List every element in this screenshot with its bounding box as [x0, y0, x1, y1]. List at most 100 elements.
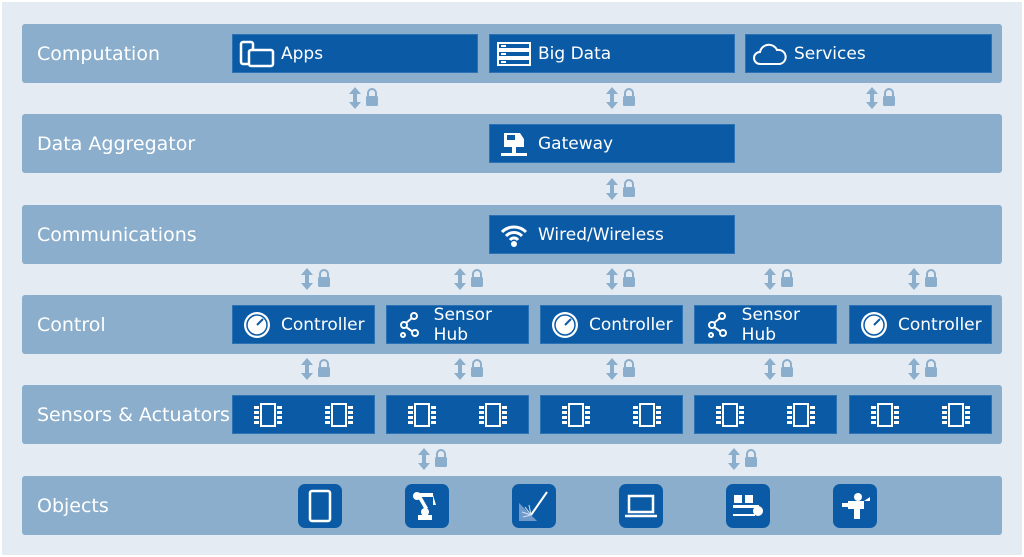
- wired-wireless-box: Wired/Wireless: [489, 215, 735, 254]
- big-data-box: Big Data: [489, 34, 735, 73]
- iot-architecture-diagram: [2, 2, 1022, 555]
- gateway-icon: [496, 129, 532, 159]
- box-label: Controller: [589, 314, 673, 335]
- secure-connection: [604, 357, 640, 380]
- chip-icon: [712, 400, 748, 430]
- secure-connection: [604, 86, 640, 109]
- lock-icon: [471, 359, 483, 377]
- chip-icon: [629, 400, 665, 430]
- gauge-icon: [856, 310, 892, 340]
- gauge-icon: [547, 310, 583, 340]
- secure-connection: [452, 357, 488, 380]
- bidirectional-arrow-icon: [606, 87, 618, 109]
- laptop-icon: [619, 484, 663, 528]
- controller-box: Controller: [232, 305, 375, 344]
- chip-icon: [250, 400, 286, 430]
- gateway-box: Gateway: [489, 124, 735, 163]
- apps-box: Apps: [232, 34, 478, 73]
- bidirectional-arrow-icon: [908, 268, 920, 290]
- lock-icon: [925, 359, 937, 377]
- lock-icon: [883, 88, 895, 106]
- sensor-hub-icon: [393, 310, 428, 340]
- lock-icon: [435, 449, 447, 467]
- controller-box: Controller: [849, 305, 992, 344]
- bidirectional-arrow-icon: [301, 268, 313, 290]
- sensor-hub-box: Sensor Hub: [694, 304, 837, 345]
- chip-icon: [558, 400, 594, 430]
- box-label: Services: [794, 43, 866, 64]
- layer-label: Data Aggregator: [37, 132, 196, 155]
- chip-icon: [321, 400, 357, 430]
- chip-icon: [404, 400, 440, 430]
- lock-icon: [781, 359, 793, 377]
- secure-connection: [604, 177, 640, 200]
- lock-icon: [366, 88, 378, 106]
- lock-icon: [318, 359, 330, 377]
- bidirectional-arrow-icon: [418, 448, 430, 470]
- box-label: Sensor Hub: [741, 304, 800, 345]
- mobile-devices-icon: [239, 39, 275, 69]
- box-label: Big Data: [538, 43, 612, 64]
- bidirectional-arrow-icon: [728, 448, 740, 470]
- lock-icon: [471, 269, 483, 287]
- layer-label: Objects: [37, 494, 109, 517]
- laser-icon: [512, 484, 556, 528]
- layer-label: Control: [37, 313, 106, 336]
- server-rack-icon: [496, 39, 532, 69]
- bidirectional-arrow-icon: [866, 87, 878, 109]
- secure-connection: [864, 86, 900, 109]
- layer-label: Computation: [37, 42, 160, 65]
- box-label: Sensor Hub: [433, 304, 492, 345]
- chip-icon: [475, 400, 511, 430]
- box-label: Controller: [281, 314, 365, 335]
- chip-icon: [938, 400, 974, 430]
- gauge-icon: [239, 310, 275, 340]
- bidirectional-arrow-icon: [606, 178, 618, 200]
- lock-icon: [623, 88, 635, 106]
- sensor-hub-icon: [701, 310, 736, 340]
- secure-connection: [347, 86, 383, 109]
- chip-icon: [867, 400, 903, 430]
- tablet-icon: [298, 484, 342, 528]
- sensor-hub-box: Sensor Hub: [386, 304, 529, 345]
- secure-connection: [906, 357, 942, 380]
- bidirectional-arrow-icon: [454, 358, 466, 380]
- secure-connection: [906, 267, 942, 290]
- box-label: Controller: [898, 314, 982, 335]
- layer-label: Communications: [37, 223, 197, 246]
- chip-icon: [783, 400, 819, 430]
- lock-icon: [623, 179, 635, 197]
- secure-connection: [299, 357, 335, 380]
- secure-connection: [604, 267, 640, 290]
- box-label: Apps: [281, 43, 324, 64]
- robot-icon: [833, 484, 877, 528]
- bidirectional-arrow-icon: [349, 87, 361, 109]
- lock-icon: [781, 269, 793, 287]
- sensor-actuator-box: [540, 395, 683, 434]
- layer-label: Sensors & Actuators: [37, 403, 230, 426]
- robot-arm-icon: [405, 484, 449, 528]
- conveyor-icon: [726, 484, 770, 528]
- secure-connection: [416, 447, 452, 470]
- lock-icon: [925, 269, 937, 287]
- bidirectional-arrow-icon: [764, 268, 776, 290]
- sensor-actuator-box: [386, 395, 529, 434]
- bidirectional-arrow-icon: [301, 358, 313, 380]
- bidirectional-arrow-icon: [454, 268, 466, 290]
- wifi-icon: [496, 220, 532, 250]
- bidirectional-arrow-icon: [908, 358, 920, 380]
- secure-connection: [452, 267, 488, 290]
- bidirectional-arrow-icon: [606, 358, 618, 380]
- box-label: Wired/Wireless: [538, 224, 664, 245]
- sensor-actuator-box: [232, 395, 375, 434]
- services-box: Services: [745, 34, 992, 73]
- lock-icon: [745, 449, 757, 467]
- secure-connection: [726, 447, 762, 470]
- bidirectional-arrow-icon: [606, 268, 618, 290]
- box-label: Gateway: [538, 133, 614, 154]
- sensor-actuator-box: [849, 395, 992, 434]
- lock-icon: [623, 359, 635, 377]
- bidirectional-arrow-icon: [764, 358, 776, 380]
- lock-icon: [623, 269, 635, 287]
- lock-icon: [318, 269, 330, 287]
